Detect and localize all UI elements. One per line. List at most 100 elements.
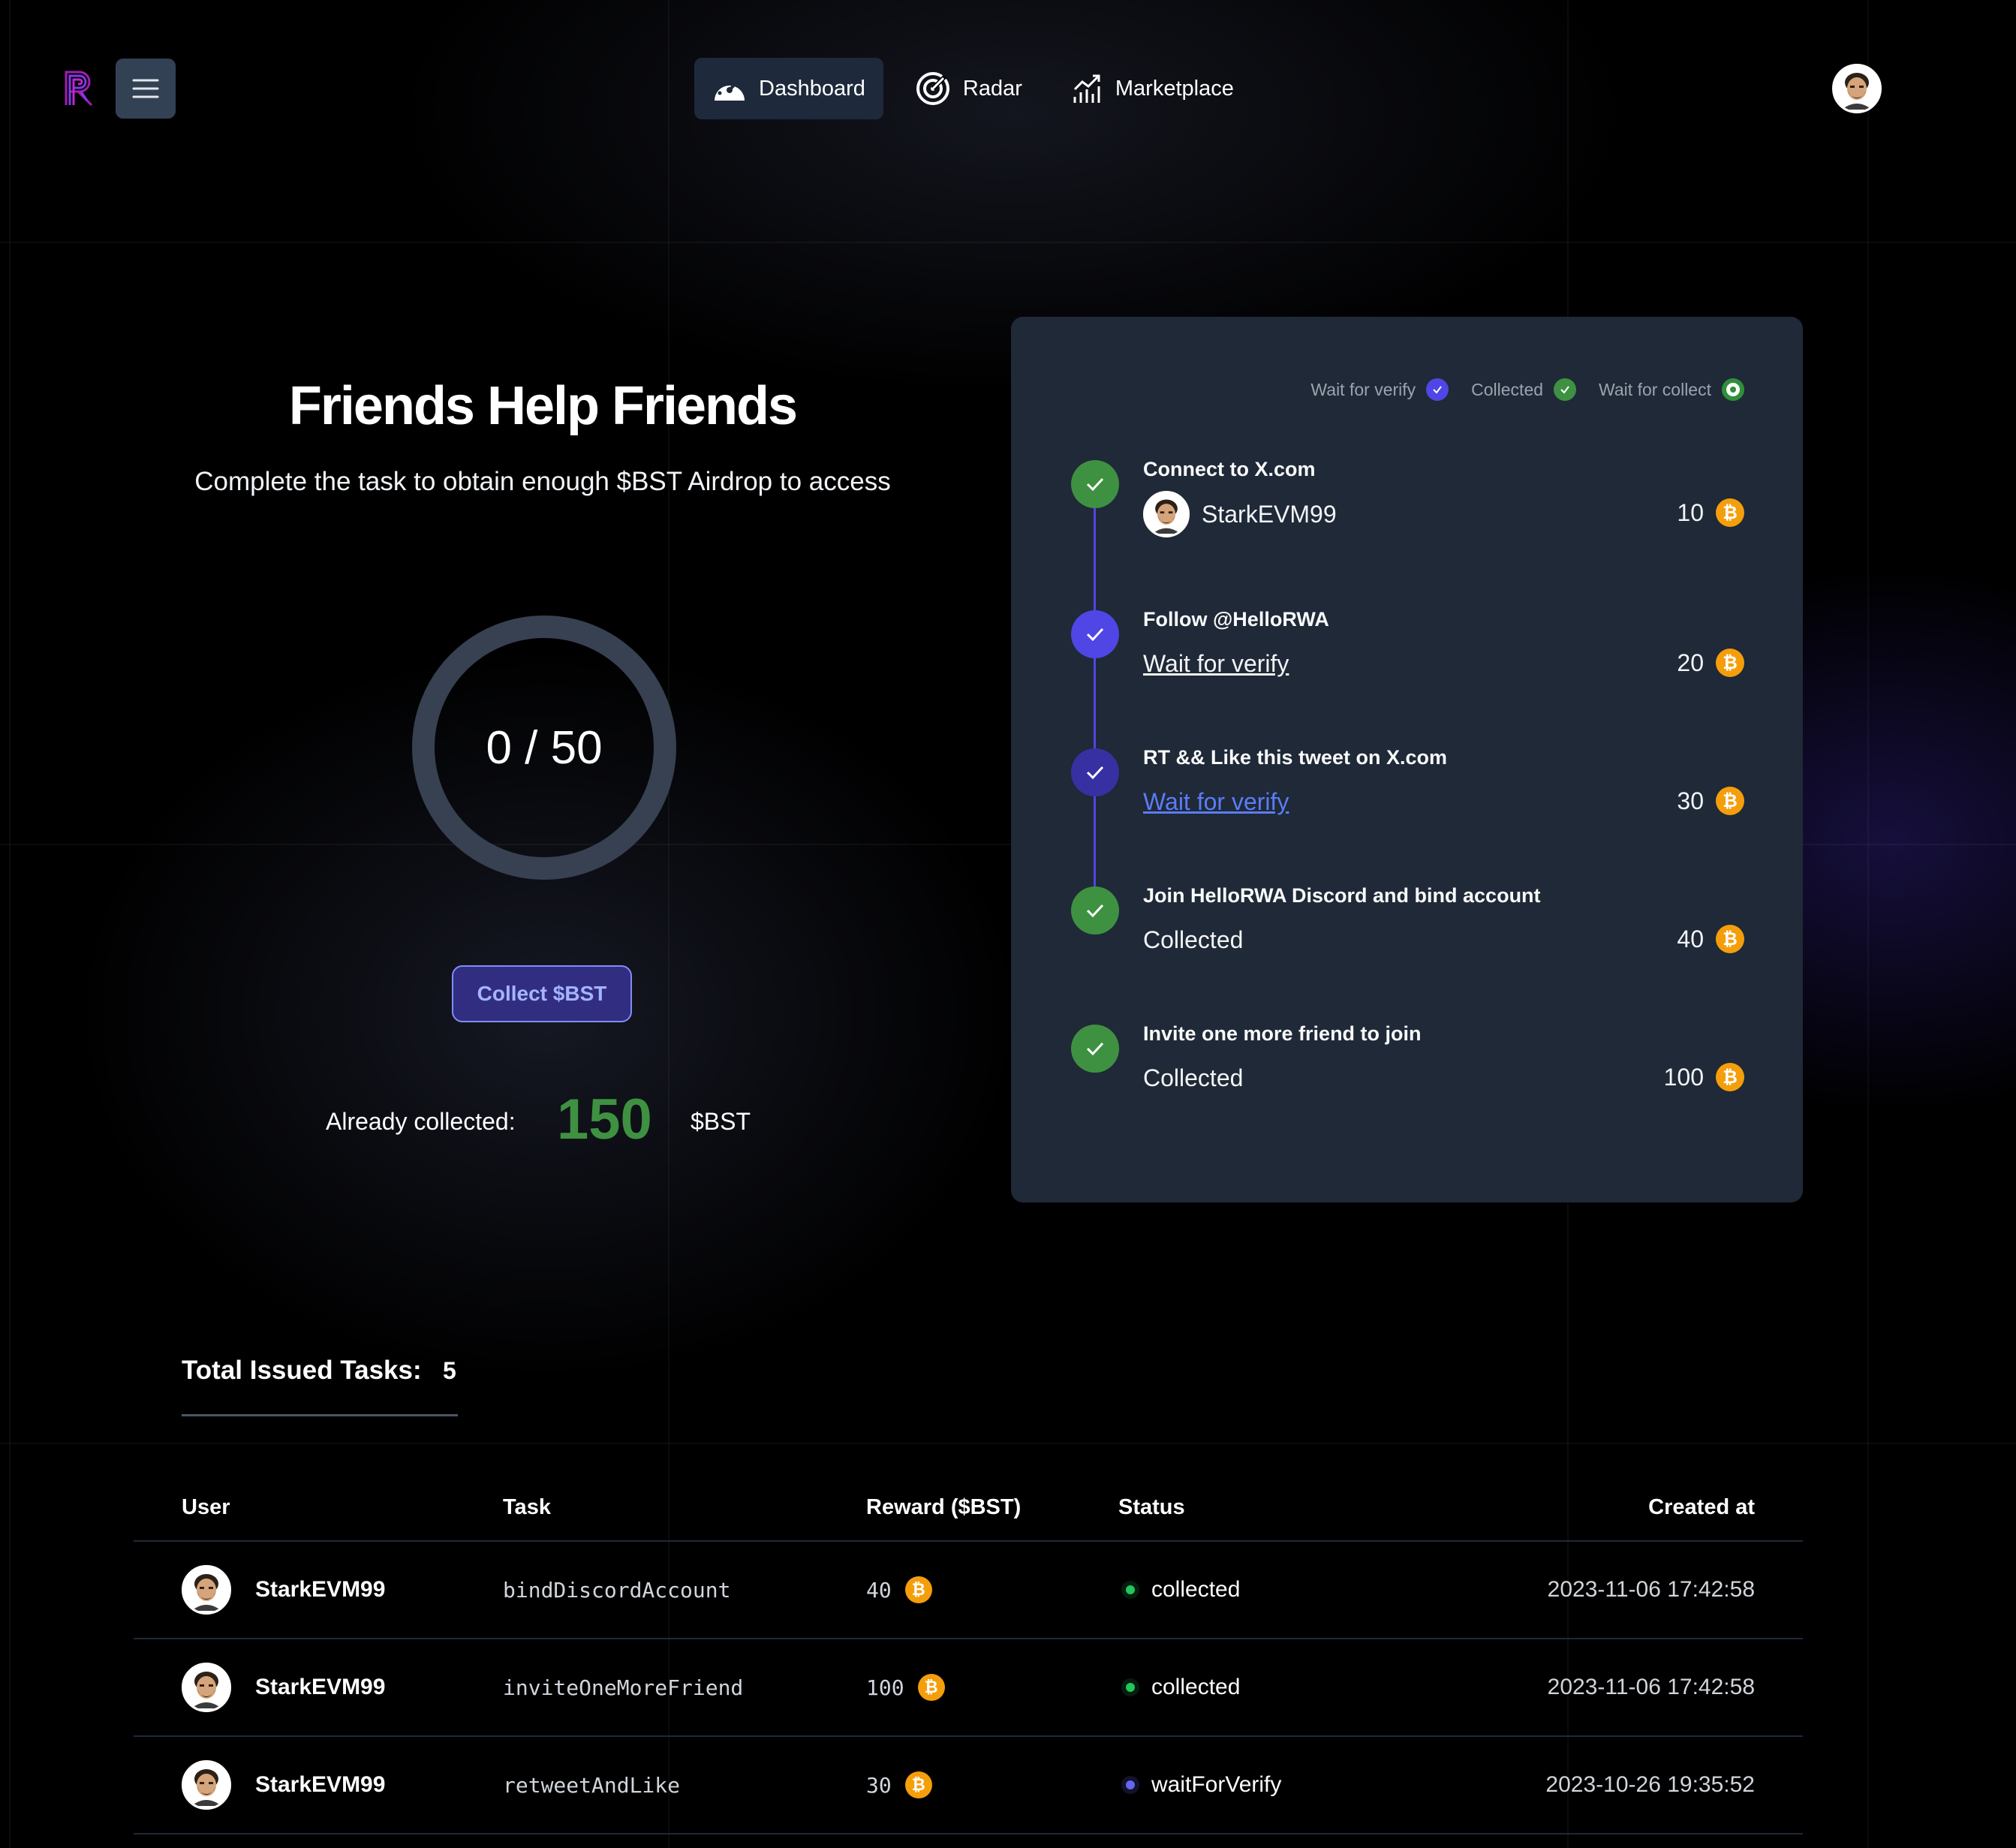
task-step-reward-value: 40 bbox=[1677, 925, 1704, 953]
task-step-status: Collected bbox=[1143, 926, 1244, 953]
task-step-reward: 30 ₿ bbox=[1677, 787, 1744, 815]
task-step-reward: 100 ₿ bbox=[1664, 1063, 1744, 1091]
app-logo[interactable] bbox=[62, 69, 96, 107]
row-status-text: waitForVerify bbox=[1151, 1772, 1282, 1797]
dashboard-icon bbox=[715, 79, 745, 101]
hamburger-icon bbox=[132, 79, 159, 98]
task-step-reward-value: 20 bbox=[1677, 649, 1704, 676]
wait-for-verify-link[interactable]: Wait for verify bbox=[1143, 650, 1289, 678]
check-icon bbox=[1554, 378, 1577, 401]
task-step-reward-value: 30 bbox=[1677, 787, 1704, 814]
row-status: collected bbox=[1126, 1542, 1240, 1638]
row-status-text: collected bbox=[1151, 1577, 1241, 1602]
row-user: StarkEVM99 bbox=[182, 1639, 385, 1735]
nav-marketplace[interactable]: Marketplace bbox=[1054, 58, 1252, 119]
table-row[interactable]: StarkEVM99 bindDiscordAccount 40 ₿ colle… bbox=[134, 1542, 1803, 1639]
task-step-title: Follow @HelloRWA bbox=[1143, 608, 1329, 631]
task-step-reward: 40 ₿ bbox=[1677, 925, 1744, 953]
status-legend: Wait for verify Collected Wait for colle… bbox=[1310, 378, 1744, 401]
task-step-username: StarkEVM99 bbox=[1202, 500, 1337, 528]
nav-marketplace-label: Marketplace bbox=[1115, 76, 1234, 101]
avatar-icon bbox=[1842, 73, 1872, 110]
grid-line bbox=[0, 1443, 2016, 1444]
avatar-icon bbox=[191, 1574, 221, 1611]
total-issued-tasks-count: 5 bbox=[443, 1357, 456, 1384]
user-avatar-button[interactable] bbox=[1832, 64, 1882, 113]
page-subtitle: Complete the task to obtain enough $BST … bbox=[194, 467, 891, 496]
row-username: StarkEVM99 bbox=[255, 1772, 386, 1797]
task-step-follow: Follow @HelloRWA Wait for verify 20 ₿ bbox=[1011, 608, 1803, 698]
task-step-title: Invite one more friend to join bbox=[1143, 1022, 1422, 1045]
check-icon bbox=[1071, 610, 1119, 658]
check-icon bbox=[1426, 378, 1449, 401]
column-header-created: Created at bbox=[1648, 1495, 1755, 1519]
task-step-title: Join HelloRWA Discord and bind account bbox=[1143, 884, 1541, 907]
bitcoin-coin-icon: ₿ bbox=[1716, 925, 1744, 953]
row-status: waitForVerify bbox=[1126, 1737, 1281, 1833]
task-step-invite: Invite one more friend to join Collected… bbox=[1011, 1022, 1803, 1112]
row-reward-value: 30 bbox=[866, 1772, 892, 1798]
task-step-status: Collected bbox=[1143, 1064, 1244, 1091]
radio-dot-icon bbox=[1722, 378, 1744, 401]
avatar-icon bbox=[191, 1769, 221, 1806]
row-reward: 40 ₿ bbox=[866, 1542, 932, 1638]
bitcoin-coin-icon: ₿ bbox=[904, 1576, 932, 1603]
legend-wait-for-collect: Wait for collect bbox=[1599, 378, 1744, 401]
task-step-reward-value: 100 bbox=[1663, 1063, 1704, 1091]
row-task: bindDiscordAccount bbox=[503, 1577, 731, 1603]
total-issued-tasks-label: Total Issued Tasks: bbox=[182, 1356, 422, 1385]
table-row[interactable]: StarkEVM99 retweetAndLike 30 ₿ waitForVe… bbox=[134, 1737, 1803, 1834]
avatar bbox=[1143, 491, 1190, 537]
check-icon bbox=[1071, 460, 1119, 508]
check-icon bbox=[1071, 748, 1119, 796]
page-title: Friends Help Friends bbox=[288, 376, 798, 436]
marketplace-chart-icon bbox=[1073, 74, 1100, 103]
row-reward-value: 40 bbox=[866, 1577, 892, 1603]
bitcoin-coin-icon: ₿ bbox=[1716, 787, 1744, 815]
column-header-reward: Reward ($BST) bbox=[866, 1495, 1022, 1519]
bitcoin-coin-icon: ₿ bbox=[1716, 498, 1744, 527]
row-username: StarkEVM99 bbox=[255, 1675, 386, 1699]
bitcoin-coin-icon: ₿ bbox=[904, 1771, 932, 1798]
row-username: StarkEVM99 bbox=[255, 1577, 386, 1602]
task-step-retweet: RT && Like this tweet on X.com Wait for … bbox=[1011, 746, 1803, 836]
row-created-at: 2023-11-06 17:42:58 bbox=[1547, 1577, 1755, 1602]
main-nav: Dashboard Radar Marketplace bbox=[694, 58, 1252, 119]
avatar bbox=[182, 1565, 231, 1615]
tasks-table: User Task Reward ($BST) Status Created a… bbox=[134, 1486, 1803, 1834]
nav-dashboard[interactable]: Dashboard bbox=[694, 58, 883, 119]
collect-bst-button[interactable]: Collect $BST bbox=[452, 965, 632, 1022]
row-created-at: 2023-10-26 19:35:52 bbox=[1545, 1772, 1755, 1797]
task-step-discord: Join HelloRWA Discord and bind account C… bbox=[1011, 884, 1803, 974]
legend-wait-for-collect-label: Wait for collect bbox=[1599, 379, 1711, 399]
row-reward: 30 ₿ bbox=[866, 1737, 932, 1833]
radar-icon bbox=[916, 72, 949, 105]
grid-line bbox=[0, 242, 2016, 243]
status-dot-icon bbox=[1126, 1585, 1135, 1594]
task-step-title: RT && Like this tweet on X.com bbox=[1143, 746, 1448, 769]
progress-text: 0 / 50 bbox=[486, 721, 603, 774]
grid-line bbox=[9, 0, 11, 1848]
nav-radar[interactable]: Radar bbox=[897, 58, 1040, 119]
hamburger-menu-button[interactable] bbox=[116, 59, 176, 119]
avatar-icon bbox=[1152, 499, 1181, 534]
table-header: User Task Reward ($BST) Status Created a… bbox=[134, 1486, 1803, 1542]
task-step-reward: 20 ₿ bbox=[1677, 649, 1744, 677]
total-issued-tasks-tab[interactable]: Total Issued Tasks: 5 bbox=[182, 1356, 458, 1416]
bitcoin-coin-icon: ₿ bbox=[1716, 649, 1744, 677]
row-user: StarkEVM99 bbox=[182, 1542, 385, 1638]
task-step-title: Connect to X.com bbox=[1143, 458, 1316, 480]
row-created-at: 2023-11-06 17:42:58 bbox=[1547, 1675, 1755, 1699]
status-dot-icon bbox=[1126, 1780, 1135, 1789]
status-dot-icon bbox=[1126, 1683, 1135, 1692]
wait-for-verify-link[interactable]: Wait for verify bbox=[1143, 788, 1289, 816]
already-collected-value: 150 bbox=[557, 1088, 652, 1151]
bitcoin-coin-icon: ₿ bbox=[1716, 1063, 1744, 1091]
avatar-icon bbox=[191, 1672, 221, 1708]
already-collected-label: Already collected: bbox=[326, 1108, 516, 1135]
table-row[interactable]: StarkEVM99 inviteOneMoreFriend 100 ₿ col… bbox=[134, 1639, 1803, 1737]
timeline-line bbox=[1094, 489, 1096, 925]
column-header-status: Status bbox=[1118, 1495, 1185, 1519]
avatar bbox=[182, 1760, 231, 1810]
column-header-user: User bbox=[182, 1495, 230, 1519]
